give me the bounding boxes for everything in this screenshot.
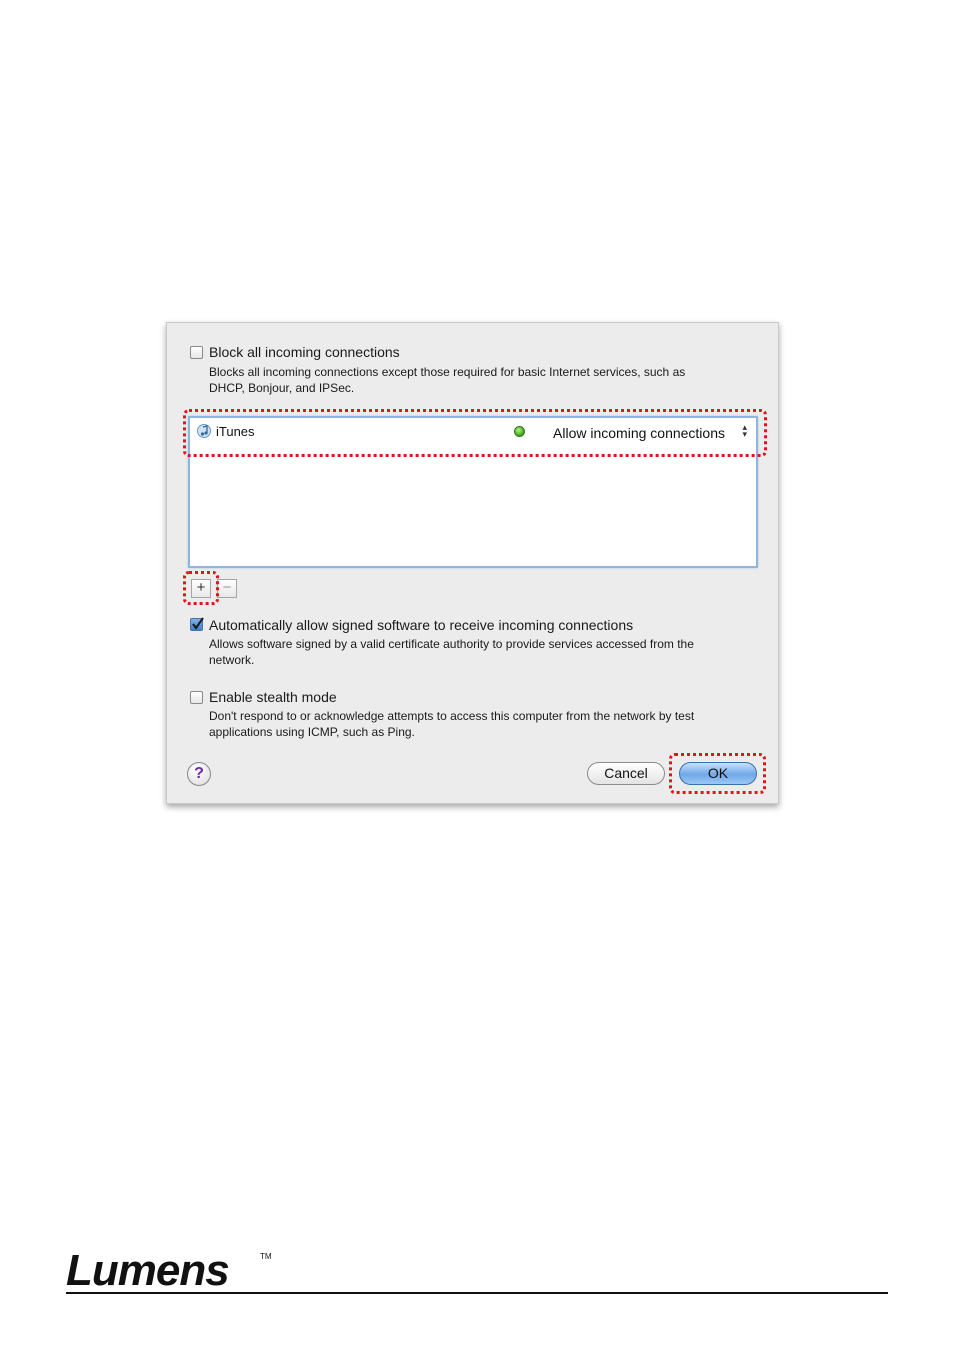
stealth-mode-description: Don't respond to or acknowledge attempts… — [209, 709, 695, 739]
footer-rule — [66, 1292, 888, 1294]
block-all-checkbox[interactable] — [190, 346, 203, 359]
firewall-options-dialog: Block all incoming connections Blocks al… — [166, 322, 779, 804]
block-all-label: Block all incoming connections — [209, 344, 400, 360]
add-button-highlight-marker — [183, 571, 219, 605]
block-all-description: Blocks all incoming connections except t… — [209, 365, 686, 395]
auto-allow-label: Automatically allow signed software to r… — [209, 617, 634, 633]
cancel-button[interactable]: Cancel — [587, 762, 665, 785]
stealth-mode-label: Enable stealth mode — [209, 689, 337, 705]
remove-app-button[interactable]: − — [217, 579, 237, 598]
lumens-logo: Lumens — [66, 1246, 230, 1295]
trademark-mark: TM — [260, 1252, 272, 1261]
help-button[interactable]: ? — [187, 762, 211, 786]
stealth-mode-checkbox[interactable] — [190, 691, 203, 704]
row-highlight-marker — [183, 409, 767, 457]
ok-button-highlight-marker — [669, 753, 766, 794]
auto-allow-checkbox[interactable] — [190, 617, 204, 631]
auto-allow-description: Allows software signed by a valid certif… — [209, 637, 694, 667]
